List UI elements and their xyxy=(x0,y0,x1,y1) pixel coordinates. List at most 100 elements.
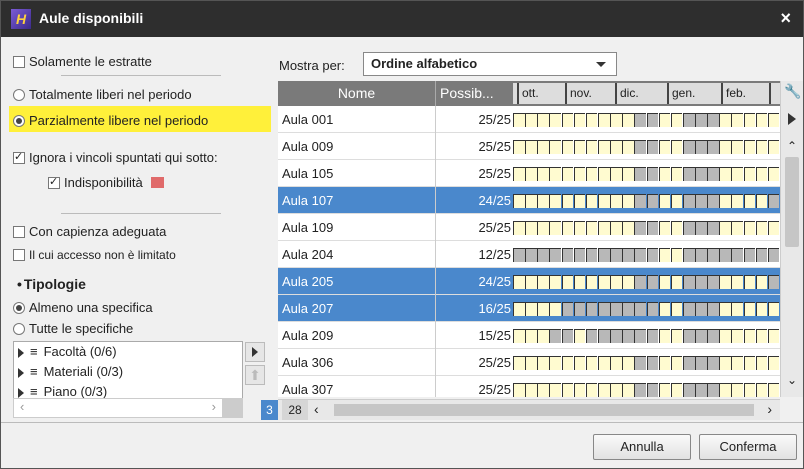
timeline-slot xyxy=(513,221,525,235)
scroll-thumb[interactable] xyxy=(785,157,799,247)
tutte-label: Tutte le specifiche xyxy=(29,321,134,337)
timeline-slot xyxy=(743,302,756,316)
tutte-radio[interactable]: Tutte le specifiche xyxy=(13,320,133,336)
timeline-slot xyxy=(513,140,525,154)
timeline-slot xyxy=(707,383,719,397)
table-row[interactable]: Aula 205 24/25 xyxy=(278,268,780,295)
timeline-slot xyxy=(561,383,574,397)
ignora-checkbox[interactable]: Ignora i vincoli spuntati qui sotto: xyxy=(13,149,218,165)
radio-icon[interactable] xyxy=(13,301,25,314)
timeline-slot xyxy=(549,275,562,289)
table-row[interactable]: Aula 001 25/25 xyxy=(278,106,780,133)
checkbox-icon[interactable] xyxy=(13,55,25,68)
timeline-slot xyxy=(634,167,646,181)
wrench-icon[interactable]: 🔧 xyxy=(784,83,801,100)
totalmente-radio[interactable]: Totalmente liberi nel periodo xyxy=(13,86,192,102)
timeline-slot xyxy=(719,221,731,235)
timeline-slot xyxy=(731,113,744,127)
checkbox-icon[interactable] xyxy=(13,248,25,261)
timeline-slot xyxy=(610,383,622,397)
timeline-slot xyxy=(634,275,646,289)
scroll-right-icon[interactable]: › xyxy=(212,399,216,414)
table-row[interactable]: Aula 009 25/25 xyxy=(278,133,780,160)
accesso-checkbox[interactable]: Il cui accesso non è limitato xyxy=(13,246,176,262)
checkbox-icon[interactable] xyxy=(13,150,25,164)
parzialmente-radio[interactable]: Parzialmente libere nel periodo xyxy=(13,112,208,128)
tree-play-button[interactable] xyxy=(245,342,265,362)
table-row[interactable]: Aula 207 16/25 xyxy=(278,295,780,322)
timeline-slot xyxy=(670,356,683,370)
timeline-slot xyxy=(719,383,731,397)
timeline-slot xyxy=(622,302,634,316)
timeline-slot xyxy=(549,221,562,235)
table-row[interactable]: Aula 105 25/25 xyxy=(278,160,780,187)
room-availability: 25/25 xyxy=(435,376,513,397)
radio-icon[interactable] xyxy=(13,322,25,335)
tree-item[interactable]: ≡ Facoltà (0/6) xyxy=(14,342,242,362)
tree-hscroll[interactable]: ‹ › xyxy=(13,398,243,418)
checkbox-icon[interactable] xyxy=(48,175,60,189)
chevron-down-icon xyxy=(596,62,606,67)
sort-select[interactable]: Ordine alfabetico xyxy=(363,52,617,76)
timeline-slot xyxy=(549,194,562,208)
scroll-thumb[interactable] xyxy=(334,404,754,416)
expand-icon[interactable] xyxy=(18,347,24,358)
timeline-slot xyxy=(646,248,659,262)
timeline-slot xyxy=(585,275,598,289)
timeline-slot xyxy=(622,329,634,343)
capienza-checkbox[interactable]: Con capienza adeguata xyxy=(13,223,166,239)
scroll-left-icon[interactable]: ‹ xyxy=(20,399,24,414)
timeline-slot xyxy=(646,302,659,316)
timeline-slot xyxy=(670,113,683,127)
table-row[interactable]: Aula 204 12/25 xyxy=(278,241,780,268)
timeline-slot xyxy=(610,113,622,127)
table-row[interactable]: Aula 209 15/25 xyxy=(278,322,780,349)
radio-icon[interactable] xyxy=(13,88,25,101)
room-availability: 25/25 xyxy=(435,133,513,160)
table-row[interactable]: Aula 306 25/25 xyxy=(278,349,780,376)
checkbox-icon[interactable] xyxy=(13,225,25,238)
close-icon[interactable]: × xyxy=(780,8,791,29)
room-availability: 15/25 xyxy=(435,322,513,349)
timeline-slot xyxy=(695,167,707,181)
timeline-slot xyxy=(525,248,537,262)
indisponibilita-checkbox[interactable]: Indisponibilità xyxy=(48,174,164,190)
timeline-slot xyxy=(585,248,598,262)
footer-divider xyxy=(1,422,803,423)
scroll-left-icon[interactable]: ‹ xyxy=(314,401,319,417)
tree-up-button[interactable]: ⬆ xyxy=(245,365,265,385)
expand-icon[interactable] xyxy=(18,387,24,398)
solamente-checkbox[interactable]: Solamente le estratte xyxy=(13,53,152,69)
timeline-slot xyxy=(537,248,549,262)
timeline-slot xyxy=(731,356,744,370)
table-hscroll[interactable]: 3 28 ‹ › xyxy=(261,399,780,420)
table-row[interactable]: Aula 307 25/25 xyxy=(278,376,780,397)
timeline-slot xyxy=(646,113,659,127)
month-label: gen. xyxy=(667,83,721,104)
col-header-possib[interactable]: Possib... xyxy=(435,81,513,106)
expand-icon[interactable] xyxy=(18,367,24,378)
col-header-name[interactable]: Nome xyxy=(278,81,435,106)
timeline-slot xyxy=(743,221,756,235)
radio-icon[interactable] xyxy=(13,114,25,127)
scroll-right-icon[interactable]: › xyxy=(767,401,772,417)
cancel-button[interactable]: Annulla xyxy=(593,434,691,460)
almeno-radio[interactable]: Almeno una specifica xyxy=(13,299,153,315)
timeline-slot xyxy=(610,356,622,370)
timeline-slot xyxy=(537,383,549,397)
chevron-down-icon[interactable]: ⌄ xyxy=(787,373,797,387)
chevron-up-icon[interactable]: ⌃ xyxy=(787,139,797,153)
timeline-slot xyxy=(755,248,768,262)
tree-item[interactable]: ≡ Materiali (0/3) xyxy=(14,362,242,382)
timeline-slot xyxy=(585,302,598,316)
table-vscroll[interactable]: 🔧 ⌃ ⌄ xyxy=(780,81,803,397)
table-row[interactable]: Aula 109 25/25 xyxy=(278,214,780,241)
play-icon[interactable] xyxy=(788,113,796,125)
timeline-slot xyxy=(682,383,695,397)
timeline-slot xyxy=(695,221,707,235)
ignora-label: Ignora i vincoli spuntati qui sotto: xyxy=(29,150,218,166)
table-row[interactable]: Aula 107 24/25 xyxy=(278,187,780,214)
timeline-slot xyxy=(658,329,671,343)
confirm-button[interactable]: Conferma xyxy=(699,434,797,460)
timeline-slot xyxy=(525,275,537,289)
